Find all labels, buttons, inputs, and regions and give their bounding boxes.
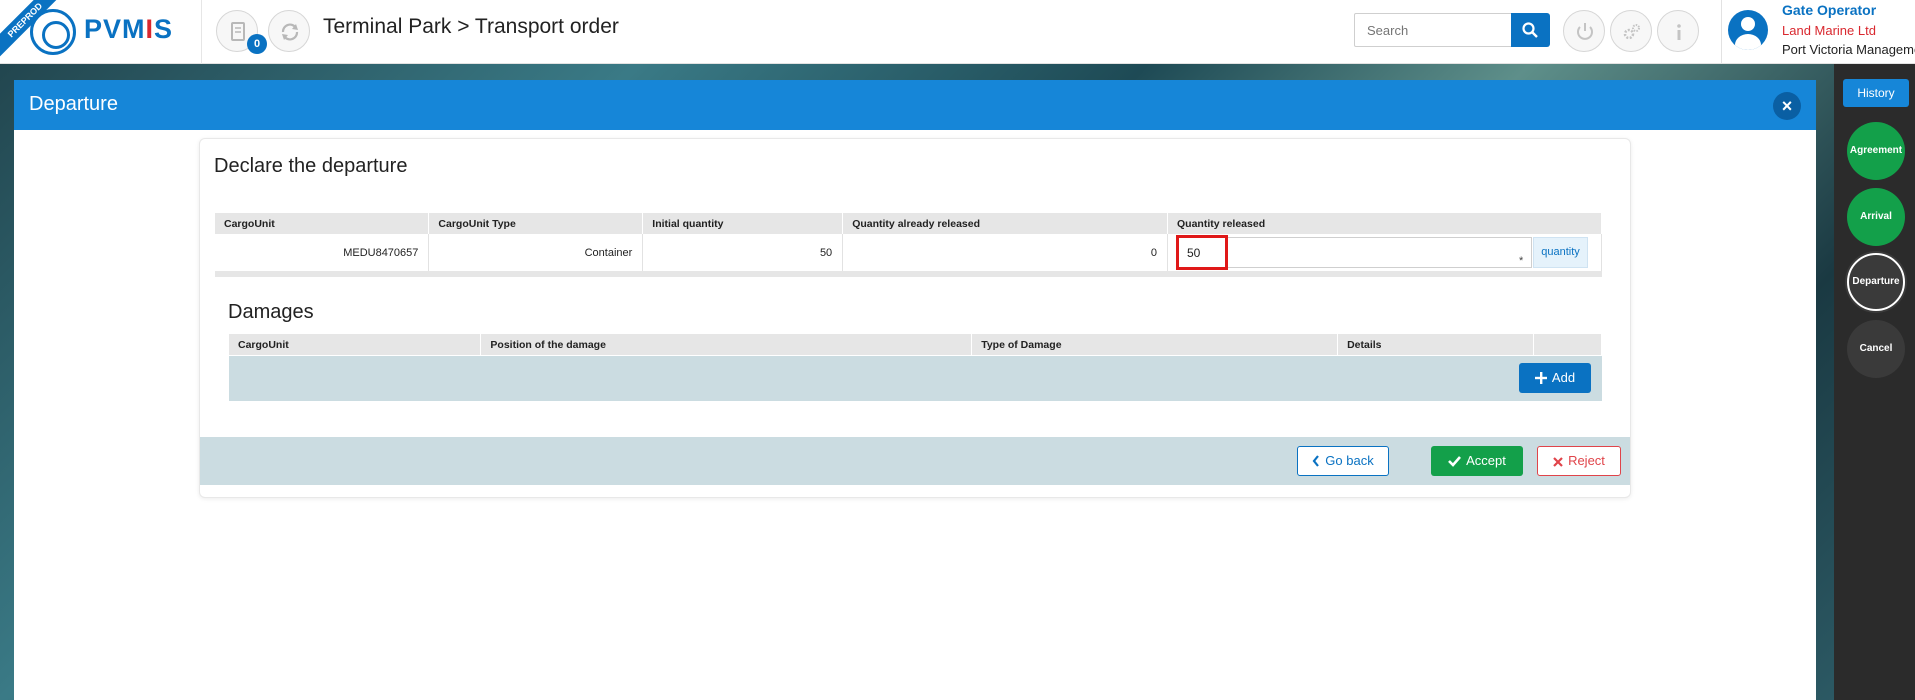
cargo-type-cell: Container — [428, 234, 644, 277]
refresh-icon — [281, 23, 299, 41]
accept-button[interactable]: Accept — [1431, 446, 1523, 476]
close-icon[interactable]: × — [1773, 92, 1801, 120]
close-icon — [1553, 457, 1563, 467]
input-highlight — [1175, 235, 1228, 270]
column-header: Position of the damage — [480, 334, 973, 355]
chevron-left-icon — [1312, 455, 1320, 467]
history-button[interactable]: History — [1843, 79, 1909, 107]
power-button[interactable] — [1563, 10, 1605, 52]
power-icon — [1577, 23, 1593, 40]
step-arrival[interactable]: Arrival — [1847, 188, 1905, 246]
column-header: Quantity already released — [842, 213, 1168, 234]
modal-header: Departure × — [14, 80, 1816, 130]
step-agreement[interactable]: Agreement — [1847, 122, 1905, 180]
column-header: CargoUnit — [229, 334, 482, 355]
required-marker: * — [1518, 255, 1524, 267]
quantity-released-cell: * quantity — [1167, 234, 1603, 277]
refresh-button[interactable] — [268, 10, 310, 52]
step-departure[interactable]: Departure — [1847, 253, 1905, 311]
go-back-button[interactable]: Go back — [1297, 446, 1389, 476]
plus-icon — [1534, 372, 1547, 384]
user-role: Gate Operator — [1782, 2, 1877, 18]
table-row: MEDU8470657 Container 50 0 * quantity — [215, 234, 1603, 277]
page-title: Terminal Park > Transport order — [323, 15, 619, 38]
damages-title: Damages — [228, 301, 314, 323]
quantity-released-input[interactable] — [1175, 237, 1532, 268]
user-divider — [1721, 0, 1722, 64]
section-title: Declare the departure — [214, 155, 408, 177]
document-icon — [231, 22, 245, 41]
column-header-actions — [1533, 334, 1603, 355]
logo-emblem-icon — [30, 9, 76, 55]
column-header: Type of Damage — [971, 334, 1339, 355]
damages-table: CargoUnit Position of the damage Type of… — [229, 334, 1603, 355]
top-header: PREPROD PVMIS 0 Terminal Park > Transpor… — [0, 0, 1915, 64]
damages-table-body: Add — [229, 356, 1602, 401]
column-header: Details — [1337, 334, 1534, 355]
column-header: Initial quantity — [642, 213, 844, 234]
initial-quantity-cell: 50 — [642, 234, 844, 277]
declare-departure-card: Declare the departure CargoUnit CargoUni… — [199, 138, 1631, 498]
reject-button[interactable]: Reject — [1537, 446, 1621, 476]
step-cancel[interactable]: Cancel — [1847, 320, 1905, 378]
cargo-unit-cell: MEDU8470657 — [215, 234, 430, 277]
logo-area[interactable]: PREPROD PVMIS — [0, 0, 202, 64]
modal-footer: Go back Accept Reject — [200, 437, 1630, 485]
already-released-cell: 0 — [842, 234, 1168, 277]
quantity-unit-addon: quantity — [1532, 237, 1588, 268]
user-avatar[interactable] — [1728, 10, 1768, 50]
check-icon — [1448, 456, 1462, 467]
search-button[interactable] — [1511, 13, 1550, 47]
notification-count-badge: 0 — [247, 34, 267, 54]
column-header: CargoUnit Type — [428, 213, 644, 234]
user-organization: Port Victoria Management — [1782, 42, 1915, 57]
info-icon — [1677, 24, 1681, 40]
search-input[interactable] — [1354, 13, 1512, 47]
modal-title: Departure — [29, 93, 118, 115]
cargo-table: CargoUnit CargoUnit Type Initial quantit… — [215, 213, 1603, 277]
search-icon — [1522, 22, 1538, 38]
settings-button[interactable] — [1610, 10, 1652, 52]
history-panel: History Agreement Arrival Departure Canc… — [1834, 64, 1915, 700]
departure-modal: Departure × Declare the departure CargoU… — [14, 80, 1816, 700]
info-button[interactable] — [1657, 10, 1699, 52]
user-company: Land Marine Ltd — [1782, 23, 1876, 38]
gear-icon — [1623, 24, 1640, 40]
add-damage-button[interactable]: Add — [1519, 363, 1591, 393]
logo-text: PVMIS — [84, 14, 174, 44]
column-header: CargoUnit — [215, 213, 430, 234]
column-header: Quantity released — [1167, 213, 1603, 234]
